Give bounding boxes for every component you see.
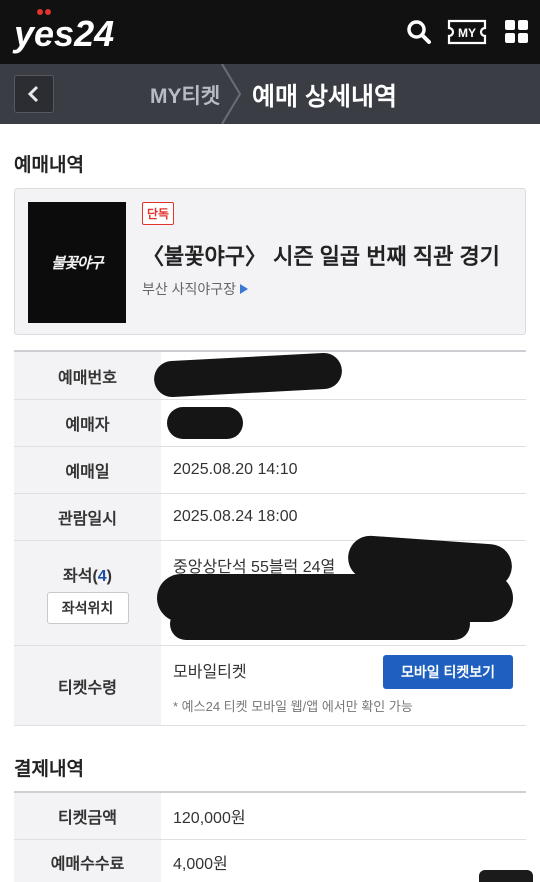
booking-number-label: 예매번호 [14,352,161,399]
event-card[interactable]: 불꽃야구 단독 〈불꽃야구〉 시즌 일곱 번째 직관 경기 부산 사직야구장 [14,188,526,335]
back-arrow-icon [27,85,39,103]
seat-position-button[interactable]: 좌석위치 [46,592,129,624]
redaction-mark [170,608,470,640]
view-datetime-value: 2025.08.24 18:00 [173,508,298,525]
chevron-right-icon [221,64,242,124]
venue-label: 부산 사직야구장 [142,281,237,297]
table-row: 티켓금액 120,000원 [14,793,526,840]
search-icon[interactable] [402,14,436,50]
seat-label: 좌석 [62,568,93,585]
ticket-amount-value: 120,000원 [173,810,246,827]
svg-text:yes24: yes24 [12,13,114,54]
exclusive-badge: 단독 [142,202,175,225]
table-row: 예매일 2025.08.20 14:10 [14,447,526,494]
seat-count: 4 [97,568,107,585]
my-ticket-icon[interactable]: MY [446,14,488,50]
ticket-amount-label: 티켓금액 [14,793,161,839]
venue-link[interactable]: 부산 사직야구장 [142,279,249,299]
poster-text: 불꽃야구 [51,255,103,272]
table-row: 관람일시 2025.08.24 18:00 [14,494,526,541]
back-button[interactable] [14,75,54,113]
table-row: 티켓수령 모바일티켓 모바일 티켓보기 * 예스24 티켓 모바일 웹/앱 에서… [14,646,526,726]
booking-date-label: 예매일 [14,447,161,493]
booking-section-title: 예매내역 [14,155,84,176]
ticket-receipt-label: 티켓수령 [14,646,161,725]
table-row: 예매자 [14,400,526,447]
booker-label: 예매자 [14,400,161,446]
booking-fee-label: 예매수수료 [14,840,161,882]
scroll-top-button[interactable] [479,870,533,882]
booking-detail-table: 예매번호 예매자 예매일 2025.08.20 14:10 관람일시 2025.… [14,350,526,726]
mobile-note: * 예스24 티켓 모바일 웹/앱 에서만 확인 가능 [173,699,413,714]
table-row: 예매수수료 4,000원 [14,840,526,882]
ticket-receipt-cell: 모바일티켓 모바일 티켓보기 * 예스24 티켓 모바일 웹/앱 에서만 확인 … [161,646,526,725]
top-bar: yes24 MY [0,0,540,64]
svg-text:MY: MY [458,26,476,40]
seat-header-cell: 좌석(4) 좌석위치 [14,541,161,645]
event-poster[interactable]: 불꽃야구 [28,202,126,323]
ticket-receipt-value: 모바일티켓 [173,664,247,681]
payment-table: 티켓금액 120,000원 예매수수료 4,000원 [14,791,526,882]
booking-fee-value: 4,000원 [173,856,228,873]
seat-label-line: 좌석(4) [62,568,112,585]
triangle-right-icon [240,284,249,294]
grid-menu-icon[interactable] [500,14,534,50]
mobile-ticket-button[interactable]: 모바일 티켓보기 [383,655,513,689]
yes24-logo[interactable]: yes24 [12,6,132,56]
sub-header: MY티켓 예매 상세내역 [0,64,540,124]
booking-date-value: 2025.08.20 14:10 [173,461,298,478]
page-title: 예매 상세내역 [252,83,397,111]
breadcrumb-parent[interactable]: MY티켓 [150,80,220,110]
event-title[interactable]: 〈불꽃야구〉 시즌 일곱 번째 직관 경기 [142,239,500,271]
redaction-mark [167,407,243,439]
view-datetime-label: 관람일시 [14,494,161,540]
payment-section-title: 결제내역 [14,759,84,780]
